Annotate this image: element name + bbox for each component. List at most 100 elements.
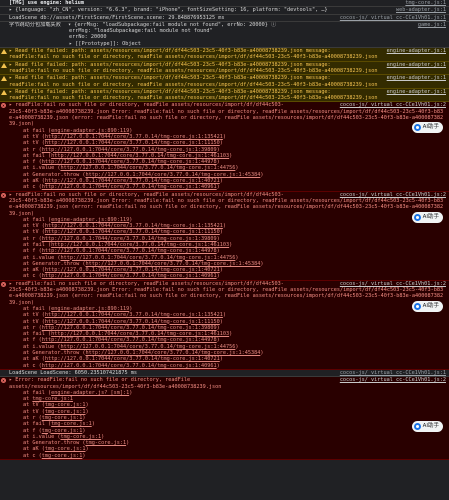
frame-link[interactable]: tmg-core.js:1 (32, 396, 73, 402)
ai-assistant-button[interactable]: AI助手 (411, 300, 443, 312)
frame-suffix: ) (216, 159, 220, 166)
frame-link[interactable]: http://127.0.0.1:7044/core/3.77.0.14/tmg… (85, 350, 260, 356)
frame-link[interactable]: tmg-core.js:1 (51, 421, 92, 427)
frame-link[interactable]: http://127.0.0.1:7044/core/3.77.0.14/tmg… (42, 184, 217, 190)
frame-suffix: ) (216, 362, 220, 369)
frame-suffix: ) (235, 165, 239, 172)
frame-link[interactable]: http://127.0.0.1:7044/core/3.77.0.14/tmg… (45, 312, 223, 318)
console-log-subpackage[interactable]: 字节跳动分包加载失败 ▾ {errMsg: "loadSubpackage:fa… (0, 21, 449, 49)
frame-link[interactable]: tmg-core.js:1 (42, 453, 83, 459)
frame-link[interactable]: tmg-core.js:1 (60, 434, 101, 440)
error-head[interactable]: ▸ Error: readFile:fail no such file or d… (9, 377, 334, 383)
frame-prefix: at i.value ( (23, 165, 61, 172)
frame-link[interactable]: http://127.0.0.1:7044/core/3.77.0.14/tmg… (60, 344, 235, 350)
frame-link[interactable]: http://127.0.0.1:7044/core/3.77.0.14/tmg… (45, 223, 223, 229)
frame-suffix: ) (260, 350, 264, 357)
log-object-preview[interactable]: ▸ {language: "zh_CN", version: "6.6.3", … (9, 7, 390, 13)
source-link[interactable]: tmg-core.js:1 (405, 0, 446, 6)
frame-link[interactable]: http://127.0.0.1:7044/core/3.77.0.14/tmg… (42, 248, 217, 254)
frame-link[interactable]: http://127.0.0.1:7044/core/3.77.0.14/tmg… (45, 140, 220, 146)
frame-prefix: at f ( (23, 427, 42, 434)
frame-link[interactable]: tmg-core.js:1 (42, 428, 83, 434)
console-error[interactable]: × ▸ readFile:fail no such file or directo… (0, 191, 449, 281)
frame-prefix: at Generator.throw ( (23, 350, 86, 357)
error-head[interactable]: ▸ readFile:fail no such file or director… (9, 102, 334, 108)
source-link[interactable]: cocos-js/_virtual_cc-CCe1Vh01.js:2 (340, 192, 446, 198)
frame-link[interactable]: engine-adapter.js:890:119 (51, 128, 129, 134)
frame-link[interactable]: http://127.0.0.1:7044/core/3.77.0.14/tmg… (85, 172, 260, 178)
console-log-engine[interactable]: [TMG] use engine: helium tmg-core.js:1 (0, 0, 449, 8)
frame-link[interactable]: tmg-core.js:1 (45, 446, 86, 452)
frame-link[interactable]: http://127.0.0.1:7044/core/3.77.0.14/tmg… (42, 337, 217, 343)
frame-prefix: at Generator.throw ( (23, 440, 86, 447)
frame-suffix: ) (216, 235, 220, 242)
frame-link[interactable]: tmg-core.js:1 (45, 402, 86, 408)
log-prefix: 字节跳动分包加载失败 (9, 21, 61, 28)
frame-link[interactable]: tmg-core.js:1 (45, 409, 86, 415)
error-head[interactable]: ▸ readFile:fail no such file or director… (9, 192, 334, 198)
console-log-loadscene[interactable]: LoadScene db://assets/FirstScene/FirstSc… (0, 14, 449, 22)
console-error[interactable]: × ▸ readFile:fail no such file or directo… (0, 102, 449, 192)
frame-link[interactable]: http://127.0.0.1:7044/core/3.77.0.14/tmg… (45, 178, 220, 184)
frame-prefix: at tV ( (23, 140, 45, 147)
frame-link[interactable]: http://127.0.0.1:7044/core/3.77.0.14/tmg… (51, 153, 229, 159)
source-link[interactable]: cocos-js/_virtual_cc-CCe1Vh01.js:2 (340, 377, 446, 383)
frame-link[interactable]: http://127.0.0.1:7044/core/3.77.0.14/tmg… (42, 147, 217, 153)
source-link[interactable]: cocos-js/_virtual_cc-CCe1Vh01.js:2 (340, 102, 446, 108)
frame-prefix: at i.value ( (23, 433, 61, 440)
frame-link[interactable]: http://127.0.0.1:7044/core/3.77.0.14/tmg… (60, 255, 235, 261)
frame-suffix: ) (216, 273, 220, 280)
object-expand-toggle[interactable]: ▾ {errMsg: "loadSubpackage:fail module n… (68, 22, 276, 28)
source-link[interactable]: web-adapter.js:1 (396, 7, 446, 13)
frame-prefix: at r ( (23, 146, 42, 153)
frame-prefix: at fail ( (23, 331, 52, 338)
frame-suffix: ) (222, 312, 227, 319)
frame-link[interactable]: tmg-core.js:1 (85, 440, 126, 446)
frame-link[interactable]: http://127.0.0.1:7044/core/3.77.0.14/tmg… (42, 236, 217, 242)
frame-link[interactable]: http://127.0.0.1:7044/core/3.77.0.14/tmg… (42, 273, 217, 279)
console-log-loadscene-2[interactable]: LoadScene LoadScene: 6050.235107421875 m… (0, 369, 449, 378)
frame-link[interactable]: http://127.0.0.1:7044/core/3.77.0.14/tmg… (51, 331, 229, 337)
console-warning[interactable]: ▸ Read file failed: path: assets/resourc… (0, 75, 449, 89)
frame-suffix: ) (85, 408, 89, 415)
frame-link[interactable]: http://127.0.0.1:7044/core/3.77.0.14/tmg… (45, 319, 220, 325)
source-link[interactable]: cocos-js/_virtual_cc-CCe1Vh01.js:1 (340, 370, 446, 376)
frame-link[interactable]: http://127.0.0.1:7044/core/3.77.0.14/tmg… (42, 325, 217, 331)
ai-assistant-button[interactable]: AI助手 (411, 421, 443, 433)
frame-link[interactable]: http://127.0.0.1:7044/core/3.77.0.14/tmg… (45, 267, 220, 273)
ai-assistant-label: AI助手 (422, 423, 439, 430)
frame-link[interactable]: http://127.0.0.1:7044/core/3.77.0.14/tmg… (51, 242, 229, 248)
error-body: 23c5-40f3-b83e-a40008738239.json Error: … (9, 287, 444, 306)
frame-suffix: ) (101, 433, 105, 440)
frame-link[interactable]: engine-adapter.js:890:119 (51, 306, 129, 312)
frame-link[interactable]: http://127.0.0.1:7044/core/3.77.0.14/tmg… (45, 134, 223, 140)
frame-suffix: ) (222, 133, 227, 140)
console-error[interactable]: × ▸ readFile:fail no such file or directo… (0, 280, 449, 370)
object-prototype-toggle[interactable]: ▸ [[Prototype]]: Object (9, 41, 446, 47)
ai-assistant-button[interactable]: AI助手 (411, 122, 443, 134)
error-icon: × (1, 378, 6, 384)
frame-suffix: ) (82, 415, 86, 421)
source-link[interactable]: game.js:1 (418, 22, 446, 28)
frame-suffix: ) (219, 356, 223, 363)
frame-link[interactable]: http://127.0.0.1:7044/core/3.77.0.14/tmg… (60, 165, 235, 171)
frame-link[interactable]: engine-adapter.js:890:119 (51, 217, 129, 223)
console-warning[interactable]: ▸ Read file failed: path: assets/resourc… (0, 48, 449, 62)
console-warning[interactable]: ▸ Read file failed: path: assets/resourc… (0, 88, 449, 103)
frame-suffix: ) (82, 452, 86, 459)
frame-link[interactable]: http://127.0.0.1:7044/core/3.77.0.14/tmg… (42, 159, 217, 165)
frame-link[interactable]: http://127.0.0.1:7044/core/3.77.0.14/tmg… (45, 356, 220, 362)
ai-assistant-button[interactable]: AI助手 (411, 211, 443, 223)
console-warning[interactable]: ▸ Read file failed: path: assets/resourc… (0, 61, 449, 76)
frame-link[interactable]: http://127.0.0.1:7044/core/3.77.0.14/tmg… (42, 363, 217, 369)
frame-link[interactable]: tmg-core.js:1 (42, 415, 83, 421)
source-link[interactable]: cocos-js/_virtual_cc-CCe1Vh01.js:1 (340, 15, 446, 21)
ai-assistant-icon (413, 423, 421, 431)
console-log-sysinfo[interactable]: ▸ {language: "zh_CN", version: "6.6.3", … (0, 7, 449, 15)
frame-link[interactable]: http://127.0.0.1:7044/core/3.77.0.14/tmg… (85, 261, 260, 267)
warning-line-2: readFile:fail no such file or directory,… (9, 95, 378, 102)
frame-link[interactable]: engine-adapter.js?_[sm]:1 (51, 390, 129, 396)
frame-link[interactable]: http://127.0.0.1:7044/core/3.77.0.14/tmg… (45, 229, 220, 235)
frame-suffix: ) (229, 152, 233, 159)
console-error-final[interactable]: × ▸ Error: readFile:fail no such file or… (0, 377, 449, 461)
